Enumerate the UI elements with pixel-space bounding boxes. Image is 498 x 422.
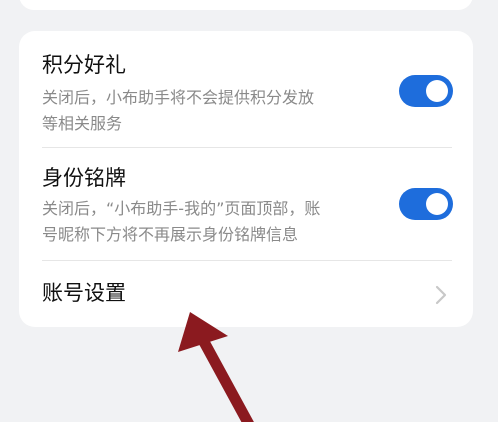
points-gift-title: 积分好礼 — [42, 53, 126, 77]
identity-badge-desc-line1: 关闭后，“小布助手-我的”页面顶部，账 — [42, 199, 321, 218]
account-settings-row[interactable]: 账号设置 — [19, 261, 473, 327]
previous-settings-card — [19, 0, 473, 10]
points-gift-toggle[interactable] — [399, 75, 453, 107]
identity-badge-title: 身份铭牌 — [42, 166, 126, 190]
points-gift-desc-line1: 关闭后，小布助手将不会提供积分发放 — [42, 88, 315, 107]
identity-badge-toggle[interactable] — [399, 188, 453, 220]
toggle-knob — [426, 193, 448, 215]
toggle-knob — [426, 80, 448, 102]
settings-card: 积分好礼 关闭后，小布助手将不会提供积分发放 等相关服务 身份铭牌 关闭后，“小… — [19, 31, 473, 327]
identity-badge-row: 身份铭牌 关闭后，“小布助手-我的”页面顶部，账 号昵称下方将不再展示身份铭牌信… — [19, 148, 473, 260]
points-gift-description: 关闭后，小布助手将不会提供积分发放 等相关服务 — [42, 85, 392, 137]
points-gift-row: 积分好礼 关闭后，小布助手将不会提供积分发放 等相关服务 — [19, 31, 473, 147]
account-settings-title: 账号设置 — [42, 281, 126, 305]
settings-page: 积分好礼 关闭后，小布助手将不会提供积分发放 等相关服务 身份铭牌 关闭后，“小… — [0, 0, 498, 422]
identity-badge-desc-line2: 号昵称下方将不再展示身份铭牌信息 — [42, 225, 299, 244]
identity-badge-description: 关闭后，“小布助手-我的”页面顶部，账 号昵称下方将不再展示身份铭牌信息 — [42, 196, 392, 248]
points-gift-desc-line2: 等相关服务 — [42, 114, 123, 133]
chevron-right-icon — [435, 285, 447, 305]
